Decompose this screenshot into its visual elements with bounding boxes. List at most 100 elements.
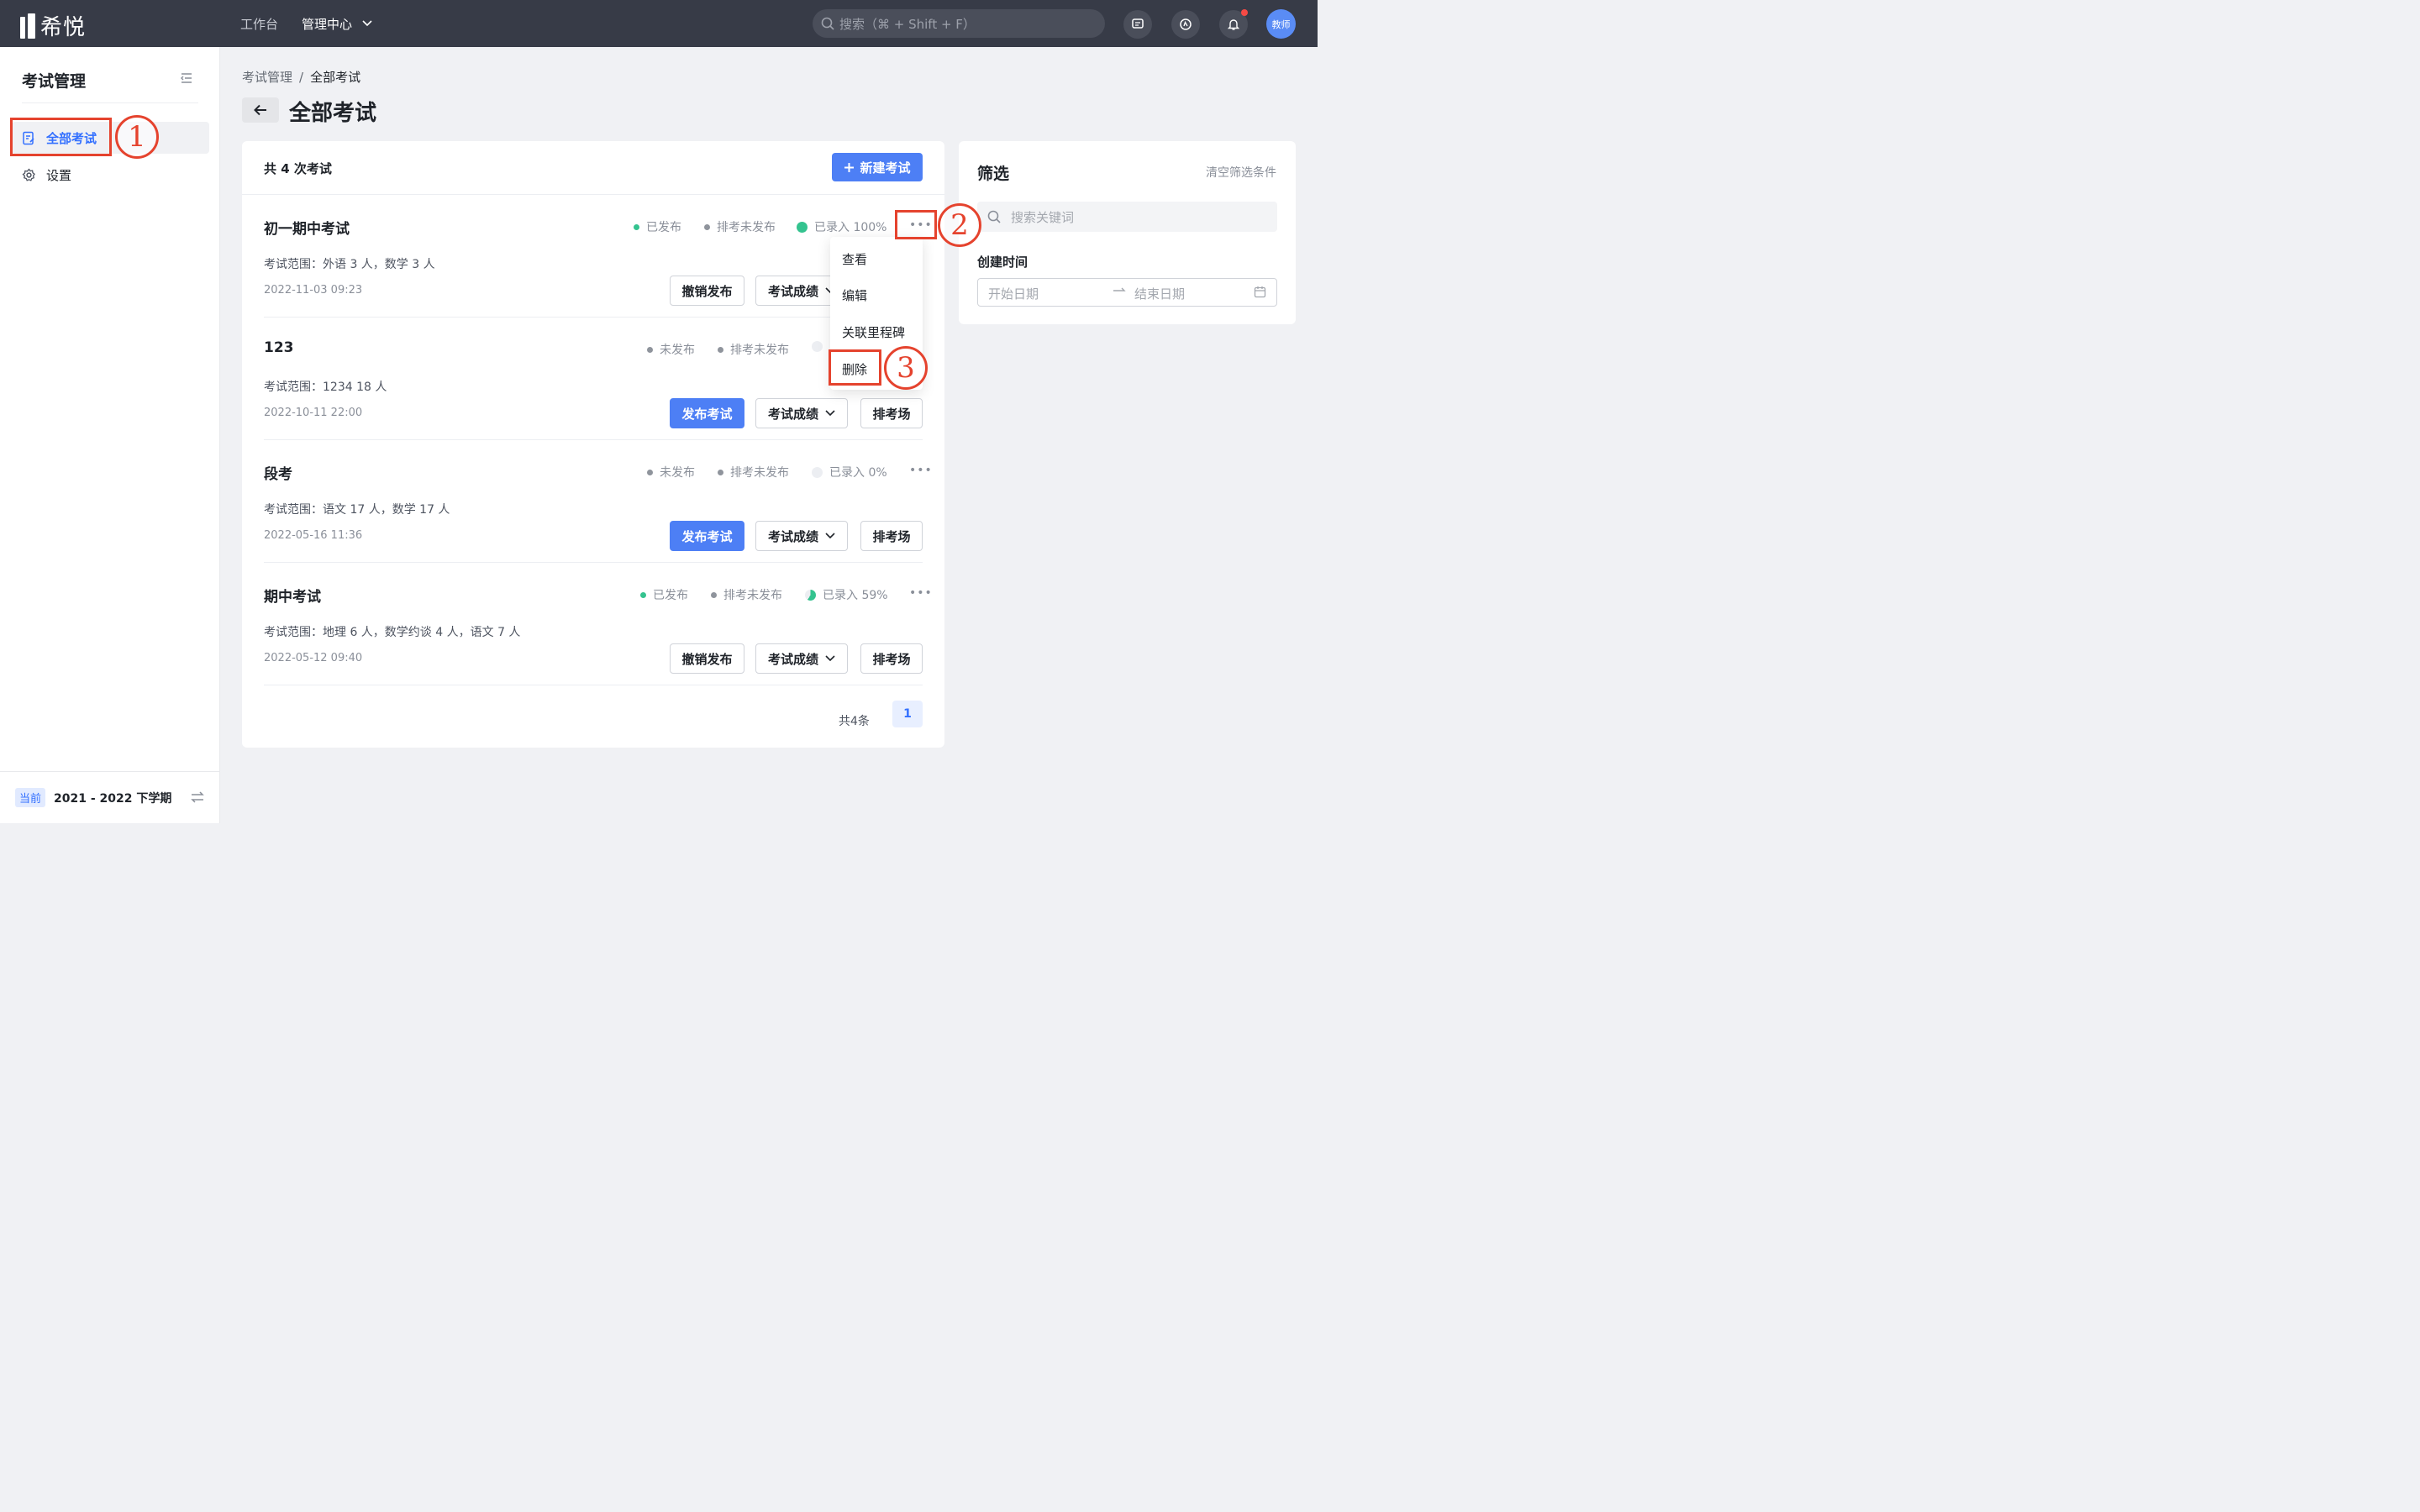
publish-status: 已发布 bbox=[640, 586, 688, 603]
collapse-sidebar-button[interactable] bbox=[180, 72, 193, 87]
exam-list-header: 共 4 次考试 新建考试 bbox=[242, 141, 944, 195]
pagination-page-1[interactable]: 1 bbox=[892, 701, 923, 727]
revoke-publish-button[interactable]: 撤销发布 bbox=[670, 643, 744, 674]
chevron-down-icon bbox=[825, 533, 835, 539]
nav-admin-center-label: 管理中心 bbox=[302, 16, 353, 32]
exam-name[interactable]: 123 bbox=[264, 339, 294, 356]
chevron-down-icon bbox=[825, 655, 835, 662]
exam-name[interactable]: 段考 bbox=[264, 462, 292, 483]
arrange-room-button[interactable]: 排考场 bbox=[860, 643, 923, 674]
clear-filters-link[interactable]: 清空筛选条件 bbox=[1206, 164, 1276, 181]
exam-row: 期中考试 已发布 排考未发布 已录入 59% ••• 考试范围：地理 6 人，数… bbox=[264, 563, 932, 685]
arrange-room-button[interactable]: 排考场 bbox=[860, 398, 923, 428]
filter-panel: 筛选 清空筛选条件 搜索关键词 创建时间 开始日期 结束日期 bbox=[959, 141, 1296, 324]
exam-scope: 考试范围：语文 17 人，数学 17 人 bbox=[264, 503, 450, 517]
notification-dot bbox=[1241, 9, 1248, 16]
bell-icon bbox=[1227, 19, 1240, 30]
annotation-number: 3 bbox=[884, 346, 928, 390]
more-button[interactable]: ••• bbox=[909, 586, 933, 600]
exam-score-label: 考试成绩 bbox=[767, 528, 818, 544]
entry-progress-text: 已录入 59% bbox=[823, 589, 888, 602]
exam-score-dropdown[interactable]: 考试成绩 bbox=[755, 398, 848, 428]
new-exam-button[interactable]: 新建考试 bbox=[832, 153, 923, 181]
annotation-box-sidebar bbox=[10, 118, 112, 156]
revoke-publish-button[interactable]: 撤销发布 bbox=[670, 276, 744, 306]
end-date-placeholder[interactable]: 结束日期 bbox=[1134, 285, 1185, 302]
gear-icon bbox=[22, 167, 35, 181]
global-search-input[interactable]: 搜索（⌘ + Shift + F） bbox=[813, 9, 1105, 38]
nav-admin-center[interactable]: 管理中心 bbox=[302, 15, 372, 33]
exam-score-dropdown[interactable]: 考试成绩 bbox=[755, 643, 848, 674]
nav-workbench[interactable]: 工作台 bbox=[240, 15, 278, 33]
menu-item-edit[interactable]: 编辑 bbox=[842, 286, 867, 304]
compass-icon bbox=[1180, 18, 1192, 30]
breadcrumb: 考试管理 / 全部考试 bbox=[242, 68, 360, 86]
start-date-placeholder[interactable]: 开始日期 bbox=[988, 285, 1039, 302]
collapse-icon bbox=[181, 73, 192, 83]
swap-icon[interactable] bbox=[190, 790, 205, 804]
arrow-right-icon bbox=[1113, 283, 1126, 298]
avatar[interactable]: 教师 bbox=[1266, 9, 1296, 39]
exam-scope: 考试范围：1234 18 人 bbox=[264, 381, 387, 394]
entry-progress-text: 已录入 100% bbox=[814, 221, 887, 234]
top-bar: 希悦 工作台 管理中心 搜索（⌘ + Shift + F） 教师 bbox=[0, 0, 1318, 47]
keyword-search-placeholder: 搜索关键词 bbox=[1011, 209, 1075, 225]
top-nav: 工作台 管理中心 bbox=[240, 0, 372, 47]
sidebar-item-settings[interactable]: 设置 bbox=[12, 159, 209, 191]
arrange-status: 排考未发布 bbox=[718, 341, 789, 358]
current-term-badge: 当前 bbox=[15, 788, 46, 807]
publish-exam-button[interactable]: 发布考试 bbox=[670, 398, 744, 428]
exam-scope: 考试范围：地理 6 人，数学约谈 4 人，语文 7 人 bbox=[264, 626, 521, 639]
arrange-status: 排考未发布 bbox=[711, 586, 782, 603]
more-button[interactable]: ••• bbox=[909, 464, 933, 477]
arrange-room-button[interactable]: 排考场 bbox=[860, 521, 923, 551]
annotation-box-delete bbox=[829, 349, 881, 386]
search-icon bbox=[987, 210, 1001, 223]
publish-status-text: 已发布 bbox=[646, 221, 681, 234]
keyword-search-input[interactable]: 搜索关键词 bbox=[977, 202, 1277, 232]
exam-count: 共 4 次考试 bbox=[264, 161, 332, 176]
publish-status-text: 已发布 bbox=[653, 589, 688, 602]
back-button[interactable] bbox=[242, 97, 279, 123]
annotation-number: 1 bbox=[115, 115, 159, 159]
exam-list-card: 共 4 次考试 新建考试 初一期中考试 已发布 排考未发布 已录入 100% •… bbox=[242, 141, 944, 748]
entry-progress bbox=[812, 341, 823, 352]
entry-progress: 已录入 100% bbox=[797, 218, 886, 235]
entry-progress-text: 已录入 0% bbox=[829, 466, 887, 480]
exam-name[interactable]: 期中考试 bbox=[264, 585, 321, 606]
exam-date: 2022-05-12 09:40 bbox=[264, 652, 363, 664]
message-icon bbox=[1132, 18, 1144, 29]
message-button[interactable] bbox=[1123, 10, 1152, 39]
publish-status-text: 未发布 bbox=[660, 466, 695, 480]
arrange-status: 排考未发布 bbox=[718, 464, 789, 480]
arrange-status-text: 排考未发布 bbox=[717, 221, 776, 234]
plus-icon bbox=[844, 162, 855, 172]
date-range-picker[interactable]: 开始日期 结束日期 bbox=[977, 278, 1277, 307]
app-center-button[interactable] bbox=[1171, 10, 1200, 39]
breadcrumb-root[interactable]: 考试管理 bbox=[242, 70, 292, 85]
breadcrumb-separator: / bbox=[299, 70, 304, 85]
arrange-status-text: 排考未发布 bbox=[723, 589, 782, 602]
breadcrumb-current: 全部考试 bbox=[310, 70, 361, 85]
term-switcher[interactable]: 当前 2021 - 2022 下学期 bbox=[0, 771, 219, 823]
exam-date: 2022-05-16 11:36 bbox=[264, 529, 363, 542]
menu-item-view[interactable]: 查看 bbox=[842, 250, 867, 268]
annotation-number: 2 bbox=[938, 203, 981, 247]
app-logo[interactable]: 希悦 bbox=[20, 10, 86, 41]
sidebar-title: 考试管理 bbox=[22, 72, 87, 91]
publish-status: 已发布 bbox=[634, 218, 681, 235]
menu-item-link-milestone[interactable]: 关联里程碑 bbox=[842, 323, 905, 341]
new-exam-label: 新建考试 bbox=[860, 160, 911, 176]
global-search-placeholder: 搜索（⌘ + Shift + F） bbox=[839, 16, 976, 32]
app-name: 希悦 bbox=[40, 15, 87, 40]
annotation-box-more bbox=[895, 210, 937, 239]
exam-row: 段考 未发布 排考未发布 已录入 0% ••• 考试范围：语文 17 人，数学 … bbox=[264, 440, 932, 563]
sidebar-divider bbox=[22, 102, 198, 103]
exam-score-dropdown[interactable]: 考试成绩 bbox=[755, 521, 848, 551]
sidebar: 考试管理 全部考试 设置 当前 2021 - 2022 下学期 bbox=[0, 47, 220, 823]
arrow-left-icon bbox=[254, 104, 266, 116]
exam-name[interactable]: 初一期中考试 bbox=[264, 217, 350, 238]
exam-scope: 考试范围：外语 3 人，数学 3 人 bbox=[264, 258, 435, 271]
calendar-icon bbox=[1254, 286, 1266, 302]
publish-exam-button[interactable]: 发布考试 bbox=[670, 521, 744, 551]
